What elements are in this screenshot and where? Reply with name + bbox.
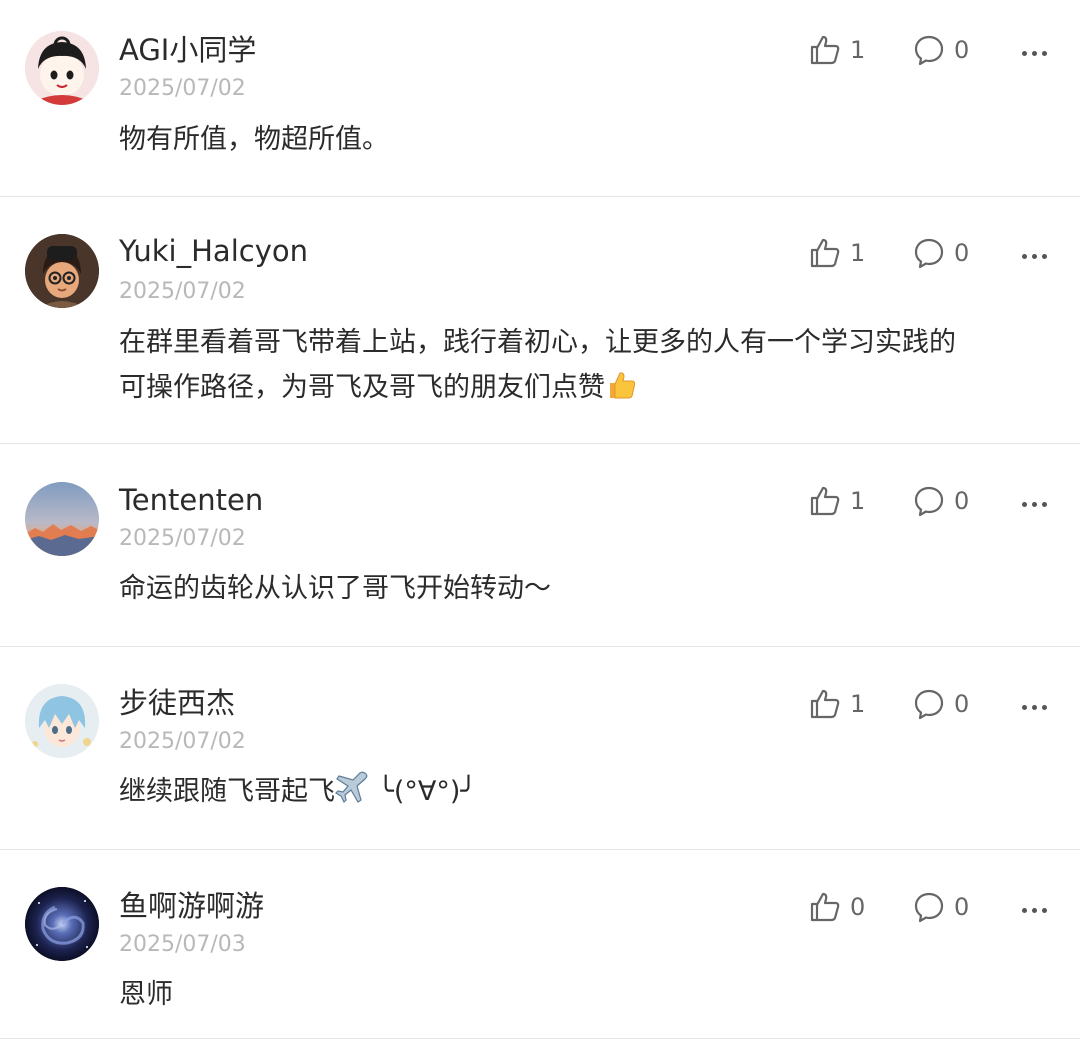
user-name[interactable]: Yuki_Halcyon — [119, 233, 308, 269]
speech-bubble-outline-icon — [912, 484, 946, 518]
user-name[interactable]: 鱼啊游啊游 — [119, 888, 264, 924]
comment-actions: 1 0 — [808, 684, 1056, 724]
reply-button[interactable]: 0 — [912, 233, 969, 273]
kaomoji: ╰(°∀°)╯ — [369, 776, 477, 807]
thumbs-up-emoji — [605, 369, 637, 415]
comment-text-line: 在群里看着哥飞带着上站，践行着初心，让更多的人有一个学习实践的 — [119, 327, 956, 358]
comment-text-line: 可操作路径，为哥飞及哥飞的朋友们点赞 — [119, 365, 1052, 415]
comment-text: 继续跟随飞哥起飞 ╰(°∀°)╯ — [119, 769, 1052, 819]
comment-actions: 1 0 — [808, 233, 1056, 273]
user-name[interactable]: 步徒西杰 — [119, 685, 235, 721]
ellipsis-icon — [1019, 695, 1049, 714]
reply-button[interactable]: 0 — [912, 481, 969, 521]
comment-actions: 0 0 — [808, 887, 1056, 927]
comment-text: 恩师 — [119, 979, 173, 1010]
like-button[interactable]: 1 — [808, 684, 865, 724]
comment-text: 物有所值，物超所值。 — [119, 124, 389, 155]
comment-text-fragment: 可操作路径，为哥飞及哥飞的朋友们点赞 — [119, 372, 605, 403]
comment-actions: 1 0 — [808, 481, 1056, 521]
comment-text-fragment: 继续跟随飞哥起飞 — [119, 776, 335, 807]
avatar[interactable] — [25, 31, 99, 105]
like-button[interactable]: 1 — [808, 481, 865, 521]
thumbs-up-outline-icon — [808, 33, 842, 67]
ellipsis-icon — [1019, 898, 1049, 917]
ellipsis-icon — [1019, 244, 1049, 263]
comment-date: 2025/07/02 — [119, 279, 246, 304]
reply-count: 0 — [954, 487, 970, 515]
speech-bubble-outline-icon — [912, 890, 946, 924]
like-count: 0 — [850, 893, 866, 921]
ellipsis-icon — [1019, 492, 1049, 511]
reply-button[interactable]: 0 — [912, 30, 969, 70]
like-count: 1 — [850, 239, 866, 267]
comment-item: Tententen 2025/07/02 命运的齿轮从认识了哥飞开始转动～ 1 … — [0, 444, 1080, 647]
more-options-button[interactable] — [1014, 30, 1054, 70]
like-button[interactable]: 1 — [808, 233, 865, 273]
more-options-button[interactable] — [1014, 233, 1054, 273]
user-name[interactable]: Tententen — [119, 482, 263, 518]
avatar-anime-character — [25, 684, 99, 758]
thumbs-up-outline-icon — [808, 484, 842, 518]
comment-item: 步徒西杰 2025/07/02 继续跟随飞哥起飞 ╰(°∀°)╯ 1 0 — [0, 647, 1080, 850]
avatar-galaxy — [25, 887, 99, 961]
thumbs-up-outline-icon — [808, 687, 842, 721]
avatar-3d-character — [25, 234, 99, 308]
avatar[interactable] — [25, 234, 99, 308]
comment-text: 命运的齿轮从认识了哥飞开始转动～ — [119, 573, 551, 604]
speech-bubble-outline-icon — [912, 236, 946, 270]
reply-button[interactable]: 0 — [912, 887, 969, 927]
like-count: 1 — [850, 36, 866, 64]
comment-date: 2025/07/02 — [119, 729, 246, 754]
comment-item: AGI小同学 2025/07/02 物有所值，物超所值。 1 0 — [0, 0, 1080, 197]
avatar-cartoon-boy — [25, 31, 99, 105]
reply-count: 0 — [954, 690, 970, 718]
comment-item: Yuki_Halcyon 2025/07/02 在群里看着哥飞带着上站，践行着初… — [0, 197, 1080, 444]
more-options-button[interactable] — [1014, 481, 1054, 521]
more-options-button[interactable] — [1014, 684, 1054, 724]
like-button[interactable]: 0 — [808, 887, 865, 927]
comment-date: 2025/07/02 — [119, 526, 246, 551]
avatar-sunset-landscape — [25, 482, 99, 556]
avatar[interactable] — [25, 482, 99, 556]
like-count: 1 — [850, 487, 866, 515]
comment-date: 2025/07/02 — [119, 76, 246, 101]
comment-text: 在群里看着哥飞带着上站，践行着初心，让更多的人有一个学习实践的 可操作路径，为哥… — [119, 320, 1052, 415]
thumbs-up-outline-icon — [808, 890, 842, 924]
like-count: 1 — [850, 690, 866, 718]
reply-count: 0 — [954, 239, 970, 267]
more-options-button[interactable] — [1014, 887, 1054, 927]
avatar[interactable] — [25, 684, 99, 758]
comment-date: 2025/07/03 — [119, 932, 246, 957]
speech-bubble-outline-icon — [912, 33, 946, 67]
airplane-emoji — [335, 771, 369, 819]
like-button[interactable]: 1 — [808, 30, 865, 70]
user-name[interactable]: AGI小同学 — [119, 32, 256, 68]
speech-bubble-outline-icon — [912, 687, 946, 721]
comment-item: 鱼啊游啊游 2025/07/03 恩师 0 0 — [0, 850, 1080, 1039]
thumbs-up-outline-icon — [808, 236, 842, 270]
comment-actions: 1 0 — [808, 30, 1056, 70]
reply-count: 0 — [954, 36, 970, 64]
reply-count: 0 — [954, 893, 970, 921]
reply-button[interactable]: 0 — [912, 684, 969, 724]
avatar[interactable] — [25, 887, 99, 961]
ellipsis-icon — [1019, 41, 1049, 60]
